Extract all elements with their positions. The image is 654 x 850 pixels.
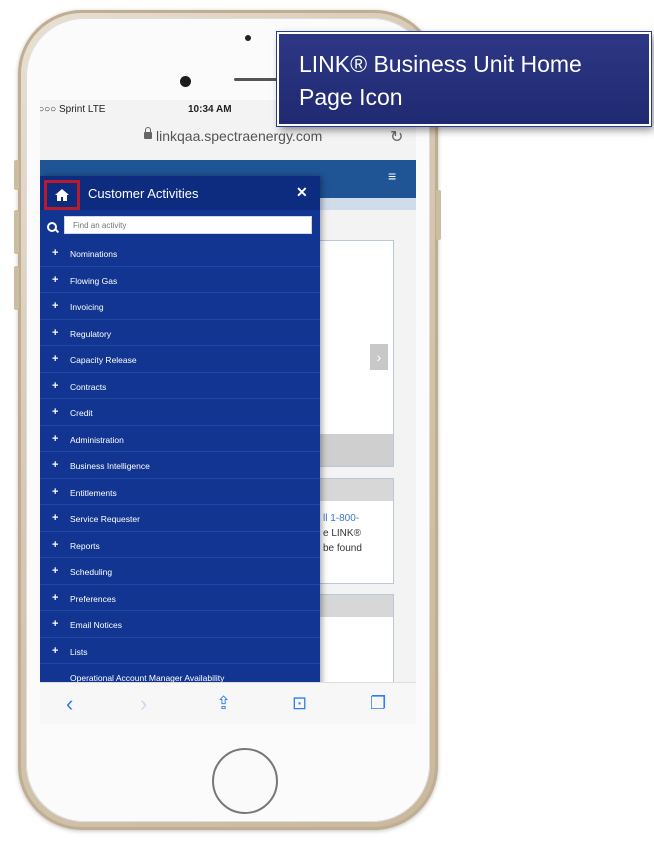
menu-item[interactable]: + Flowing Gas: [40, 267, 320, 293]
share-icon[interactable]: ⇪: [216, 693, 231, 714]
expand-plus-icon: +: [52, 432, 59, 445]
menu-item-label: Capacity Release: [70, 355, 137, 365]
expand-plus-icon: +: [52, 591, 59, 604]
expand-plus-icon: +: [52, 485, 59, 498]
carousel-next-icon[interactable]: ›: [370, 344, 388, 370]
menu-item-label: Nominations: [70, 249, 118, 259]
volume-up-button: [14, 210, 19, 254]
menu-item[interactable]: + Entitlements: [40, 479, 320, 505]
menu-item-label: Regulatory: [70, 328, 112, 339]
safari-toolbar: ‹ › ⇪ ⊡ ❐: [40, 682, 416, 724]
menu-item-label: Administration: [70, 434, 124, 445]
menu-item[interactable]: + Regulatory: [40, 320, 320, 346]
expand-plus-icon: +: [52, 273, 59, 286]
menu-header: Customer Activities ✕: [40, 176, 320, 210]
expand-plus-icon: +: [52, 247, 59, 259]
menu-item-label: Entitlements: [70, 487, 117, 498]
menu-list: + Nominations + Flowing Gas + Invoicing + Regul…: [40, 240, 320, 717]
expand-plus-icon: +: [52, 459, 59, 471]
activity-search-input[interactable]: [64, 216, 312, 234]
search-icon: [47, 222, 57, 232]
bookmarks-icon[interactable]: ⊡: [292, 693, 307, 714]
hamburger-icon[interactable]: ≡: [388, 168, 396, 184]
menu-item-label: Business Intelligence: [70, 461, 150, 471]
contact-line-3: be found: [323, 543, 362, 554]
url-text[interactable]: linkqaa.spectraenergy.com: [156, 128, 322, 144]
expand-plus-icon: +: [52, 565, 59, 577]
menu-item[interactable]: + Capacity Release: [40, 346, 320, 373]
menu-item[interactable]: + Preferences: [40, 585, 320, 611]
reload-icon[interactable]: ↻: [390, 127, 403, 147]
menu-item-label: Invoicing: [70, 302, 104, 312]
customer-activities-menu: Customer Activities ✕ + Nominations + Flowi…: [40, 176, 320, 724]
menu-item[interactable]: + Service Requester: [40, 505, 320, 532]
menu-item[interactable]: + Scheduling: [40, 558, 320, 585]
activity-search: [40, 214, 320, 238]
expand-plus-icon: +: [52, 406, 59, 418]
clock: 10:34 AM: [188, 104, 232, 115]
menu-item-label: Contracts: [70, 381, 107, 392]
back-icon[interactable]: ‹: [66, 691, 73, 717]
menu-item[interactable]: + Contracts: [40, 373, 320, 399]
menu-item[interactable]: + Reports: [40, 532, 320, 558]
menu-item[interactable]: + Credit: [40, 399, 320, 426]
menu-item[interactable]: + Nominations: [40, 240, 320, 267]
menu-item-label: Email Notices: [70, 620, 122, 630]
lock-icon: [144, 127, 152, 139]
mute-switch: [14, 160, 19, 190]
menu-title: Customer Activities: [88, 186, 199, 201]
menu-item-label: Preferences: [70, 593, 116, 604]
volume-down-button: [14, 266, 19, 310]
front-camera: [245, 35, 251, 41]
home-button[interactable]: [212, 748, 278, 814]
close-icon[interactable]: ✕: [296, 184, 308, 201]
annotation-callout: LINK® Business Unit Home Page Icon: [277, 32, 651, 126]
expand-plus-icon: +: [52, 353, 59, 365]
forward-icon[interactable]: ›: [140, 691, 147, 717]
expand-plus-icon: +: [52, 379, 59, 392]
expand-plus-icon: +: [52, 300, 59, 312]
expand-plus-icon: +: [52, 618, 59, 630]
menu-item-label: Flowing Gas: [70, 275, 118, 286]
callout-text: LINK® Business Unit Home Page Icon: [299, 51, 582, 110]
home-icon: [55, 189, 69, 201]
menu-item[interactable]: + Invoicing: [40, 293, 320, 320]
menu-item-label: Reports: [70, 540, 100, 551]
expand-plus-icon: +: [52, 644, 59, 657]
expand-plus-icon: +: [52, 512, 59, 524]
contact-card-text: ll 1-800- e LINK® be found: [323, 511, 362, 556]
contact-line-1: ll 1-800-: [323, 513, 360, 524]
proximity-sensor: [180, 76, 191, 87]
carrier-label: ●●○○○ Sprint LTE: [40, 104, 106, 115]
menu-item-label: Lists: [70, 646, 88, 657]
menu-item-label: Service Requester: [70, 514, 140, 524]
power-button: [436, 190, 441, 240]
expand-plus-icon: +: [52, 326, 59, 339]
business-unit-home-icon[interactable]: [44, 180, 80, 210]
menu-item-label: Credit: [70, 408, 93, 418]
tabs-icon[interactable]: ❐: [370, 693, 386, 714]
menu-item[interactable]: + Administration: [40, 426, 320, 452]
contact-line-2: e LINK®: [323, 528, 361, 539]
phone-screen: ●●○○○ Sprint LTE 10:34 AM linkqaa.spectr…: [40, 100, 416, 724]
menu-item[interactable]: + Lists: [40, 638, 320, 664]
menu-item[interactable]: + Email Notices: [40, 611, 320, 638]
expand-plus-icon: +: [52, 538, 59, 551]
menu-item[interactable]: + Business Intelligence: [40, 452, 320, 479]
menu-item-label: Scheduling: [70, 567, 113, 577]
